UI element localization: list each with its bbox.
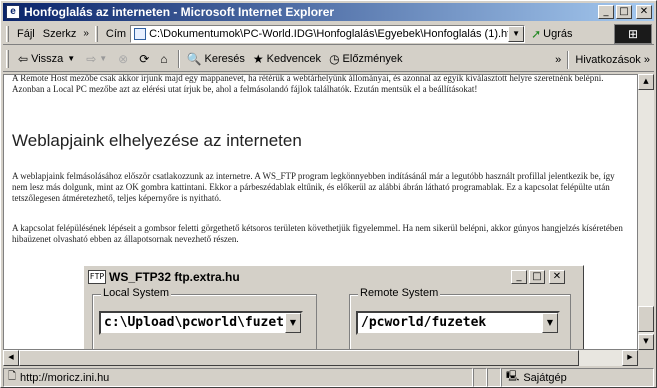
minimize-button[interactable]: _: [598, 5, 614, 19]
page-icon: 🗋: [8, 371, 17, 382]
close-button[interactable]: ✕: [636, 5, 652, 19]
menu-file[interactable]: Fájl: [13, 28, 39, 40]
address-value[interactable]: C:\Dokumentumok\PC-World.IDG\Honfoglalás…: [149, 28, 519, 40]
maximize-button[interactable]: □: [616, 5, 632, 19]
standard-toolbar: ⇦ Vissza ▼ ⇨ ▼ ⊗ ⟳ ⌂ 🔍 Keresés ★ Kedvenc…: [3, 46, 654, 72]
favorites-icon: ★: [252, 51, 264, 66]
status-zone-cell: 🖳 Sajátgép: [501, 368, 654, 387]
forward-button[interactable]: ⇨ ▼: [82, 52, 114, 66]
search-label: Keresés: [204, 52, 245, 65]
remote-system-label: Remote System: [358, 287, 441, 299]
toolbar-separator: [177, 49, 180, 68]
links-label[interactable]: Hivatkozások: [575, 54, 640, 66]
scroll-left-button[interactable]: ◀: [3, 350, 19, 366]
scroll-up-button[interactable]: ▲: [638, 74, 654, 90]
menu-address-bar: Fájl Szerkz » Cím C:\Dokumentumok\PC-Wor…: [3, 23, 654, 45]
forward-arrow-icon: ⇨: [86, 51, 97, 66]
go-button[interactable]: ➚ Ugrás: [531, 27, 572, 41]
links-overflow-chevron[interactable]: »: [644, 54, 650, 66]
back-label: Vissza: [31, 52, 64, 65]
minimize-button: _: [511, 270, 527, 284]
favorites-label: Kedvencek: [266, 52, 322, 65]
toolbar-grip[interactable]: [6, 25, 9, 42]
toolbar-grip[interactable]: [6, 49, 9, 68]
title-bar: e Honfoglalás az interneten - Microsoft …: [3, 3, 654, 21]
vertical-scrollbar[interactable]: ▲ ▼: [638, 74, 654, 350]
toolbar-overflow-chevron[interactable]: »: [555, 54, 561, 66]
home-icon: ⌂: [160, 51, 168, 66]
local-system-group: Local System c:\Upload\pcworld\fuzet ▼: [92, 287, 317, 349]
history-label: Előzmények: [342, 52, 403, 65]
page-icon: [134, 27, 147, 40]
refresh-button[interactable]: ⟳: [135, 52, 156, 66]
ftp-window-title: WS_FTP32 ftp.extra.hu: [109, 270, 240, 284]
home-button[interactable]: ⌂: [156, 52, 174, 66]
history-icon: ◷: [329, 51, 340, 66]
page-heading: Weblapjaink elhelyezése az interneten: [12, 131, 302, 150]
windows-logo-icon: ⊞: [614, 24, 652, 44]
window-title: Honfoglalás az interneten - Microsoft In…: [24, 5, 335, 19]
status-zone: Sajátgép: [523, 371, 567, 384]
paragraph-2: A kapcsolat felépülésének lépéseit a gom…: [12, 223, 623, 244]
close-button: ✕: [549, 270, 565, 284]
ftp-app-icon: FTP: [88, 270, 106, 284]
scroll-right-button[interactable]: ▶: [622, 350, 638, 366]
remote-path-combo: /pcworld/fuzetek ▼: [356, 311, 560, 335]
address-input[interactable]: C:\Dokumentumok\PC-World.IDG\Honfoglalás…: [130, 24, 526, 43]
go-arrow-icon: ➚: [531, 26, 542, 41]
ie-window: e Honfoglalás az interneten - Microsoft …: [0, 0, 657, 388]
horizontal-scrollbar[interactable]: ◀ ▶: [3, 350, 638, 366]
menu-overflow-chevron[interactable]: »: [80, 28, 92, 39]
remote-system-group: Remote System /pcworld/fuzetek ▼: [349, 287, 571, 349]
page-content: A Remote Host mezőbe csak akkor írjunk m…: [3, 74, 638, 350]
address-label: Cím: [105, 27, 127, 40]
refresh-icon: ⟳: [139, 51, 150, 66]
local-path-combo: c:\Upload\pcworld\fuzet ▼: [99, 311, 303, 335]
window-controls: _ □ ✕: [598, 5, 652, 19]
local-path-value: c:\Upload\pcworld\fuzet: [104, 315, 285, 330]
vertical-scroll-thumb[interactable]: [638, 306, 654, 332]
search-icon: 🔍: [186, 51, 202, 66]
links-bar[interactable]: » Hivatkozások »: [555, 51, 650, 69]
status-bar: 🗋 http://moricz.ini.hu 🖳 Sajátgép: [3, 368, 654, 387]
status-url-cell: 🗋 http://moricz.ini.hu: [3, 368, 473, 387]
chevron-down-icon: ▼: [542, 313, 558, 333]
chevron-down-icon[interactable]: ▼: [508, 25, 525, 42]
paragraph-1: A weblapjaink felmásolásához először csa…: [12, 171, 615, 203]
paragraph-top: A Remote Host mezőbe csak akkor írjunk m…: [12, 74, 604, 94]
scrollbar-corner: [638, 350, 654, 366]
address-grip[interactable]: [94, 25, 98, 42]
ws-ftp-window-screenshot: FTP WS_FTP32 ftp.extra.hu _ □ ✕ Local Sy…: [83, 265, 584, 349]
search-button[interactable]: 🔍 Keresés: [183, 52, 249, 66]
maximize-button: □: [529, 270, 545, 284]
chevron-down-icon: ▼: [285, 313, 301, 333]
back-arrow-icon: ⇦: [18, 51, 29, 66]
remote-path-value: /pcworld/fuzetek: [361, 315, 487, 330]
favorites-button[interactable]: ★ Kedvencek: [249, 52, 325, 66]
horizontal-scroll-thumb[interactable]: [19, 350, 579, 366]
status-cell-blank: [487, 368, 501, 387]
ftp-window-controls: _ □ ✕: [511, 270, 565, 284]
ie-page-icon: e: [6, 5, 20, 19]
ftp-title-bar: FTP WS_FTP32 ftp.extra.hu _ □ ✕: [86, 268, 581, 286]
go-label: Ugrás: [543, 27, 573, 40]
chevron-down-icon[interactable]: ▼: [67, 54, 75, 63]
stop-button[interactable]: ⊗: [114, 52, 135, 66]
scroll-down-button[interactable]: ▼: [638, 334, 654, 350]
computer-icon: 🖳: [506, 371, 520, 382]
local-system-label: Local System: [101, 287, 172, 299]
stop-icon: ⊗: [118, 51, 129, 66]
menu-edit[interactable]: Szerkz: [39, 28, 81, 40]
toolbar-separator: [567, 51, 570, 69]
status-url: http://moricz.ini.hu: [20, 371, 110, 384]
status-cell-blank: [473, 368, 487, 387]
history-button[interactable]: ◷ Előzmények: [325, 52, 406, 66]
back-button[interactable]: ⇦ Vissza ▼: [14, 52, 82, 66]
chevron-down-icon[interactable]: ▼: [99, 54, 107, 63]
